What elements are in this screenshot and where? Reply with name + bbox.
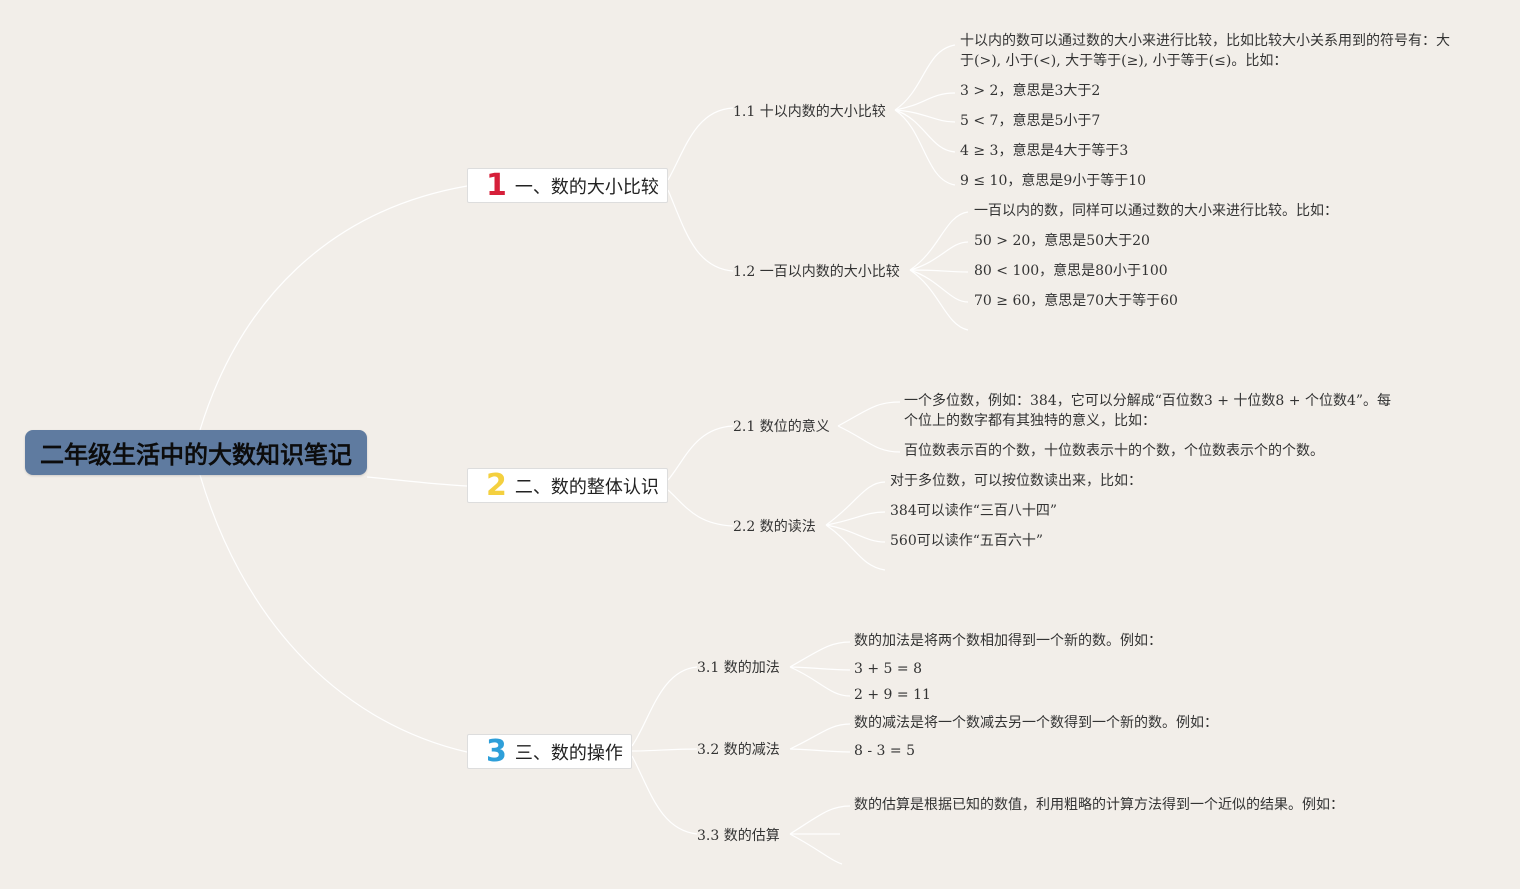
topic-number-3: 3 [486,733,507,769]
connector-topic3-s31 [631,666,698,747]
leaf-s21-1[interactable]: 百位数表示百的个数，十位数表示十的个数，个位数表示个的个数。 [904,441,1324,461]
subtopic-2-1[interactable]: 2.1 数位的意义 [733,416,830,436]
topic-number-comparison[interactable]: 1 一、数的大小比较 [467,168,668,203]
leaf-s12-0[interactable]: 一百以内的数，同样可以通过数的大小来进行比较。比如： [974,201,1338,221]
leaf-s11-1[interactable]: 3 > 2，意思是3大于2 [960,81,1100,101]
leaf-s31-1[interactable]: 3 + 5 = 8 [854,659,922,679]
leaf-s12-2[interactable]: 80 < 100，意思是80小于100 [974,261,1168,281]
subtopic-2-2[interactable]: 2.2 数的读法 [733,516,816,536]
connector-root-topic1 [199,185,468,431]
subtopic-3-3[interactable]: 3.3 数的估算 [697,825,780,845]
subtopic-3-2[interactable]: 3.2 数的减法 [697,739,780,759]
subtopic-3-1[interactable]: 3.1 数的加法 [697,657,780,677]
connector-topic3-s32 [631,748,698,752]
connector-topic2-s21 [667,425,734,481]
connector-topic3-s33 [631,755,698,835]
root-node[interactable]: 二年级生活中的大数知识笔记 [25,430,367,475]
leaf-s11-4[interactable]: 9 ≤ 10，意思是9小于等于10 [960,171,1146,191]
topic-number-operations[interactable]: 3 三、数的操作 [467,734,632,769]
leaf-s12-3[interactable]: 70 ≥ 60，意思是70大于等于60 [974,291,1178,311]
subtopic-1-1[interactable]: 1.1 十以内数的大小比较 [733,101,886,121]
topic-label: 三、数的操作 [514,742,623,764]
leaf-s22-1[interactable]: 384可以读作“三百八十四” [890,501,1057,521]
leaf-s22-0[interactable]: 对于多位数，可以按位数读出来，比如： [890,471,1142,491]
leaf-s11-2[interactable]: 5 < 7，意思是5小于7 [960,111,1100,131]
topic-label: 二、数的整体认识 [514,476,659,498]
connector-topic2-s22 [667,489,734,527]
leaf-s22-2[interactable]: 560可以读作“五百六十” [890,531,1043,551]
leaf-s32-0[interactable]: 数的减法是将一个数减去另一个数得到一个新的数。例如： [854,713,1218,733]
root-title: 二年级生活中的大数知识笔记 [40,441,352,469]
topic-number-1: 1 [486,167,507,203]
leaf-s31-0[interactable]: 数的加法是将两个数相加得到一个新的数。例如： [854,631,1162,651]
connector-root-topic2 [366,476,468,487]
leaf-s11-0[interactable]: 十以内的数可以通过数的大小来进行比较，比如比较大小关系用到的符号有：大于(>),… [960,31,1455,71]
topic-number-overview[interactable]: 2 二、数的整体认识 [467,468,668,503]
leaf-s12-1[interactable]: 50 > 20，意思是50大于20 [974,231,1150,251]
connector-topic1-s12 [667,189,734,272]
leaf-s33-0[interactable]: 数的估算是根据已知的数值，利用粗略的计算方法得到一个近似的结果。例如： [854,795,1344,815]
leaf-s21-0[interactable]: 一个多位数，例如：384，它可以分解成“百位数3 + 十位数8 + 个位数4”。… [904,391,1399,431]
topic-number-2: 2 [486,467,507,503]
leaf-s32-1[interactable]: 8 - 3 = 5 [854,741,915,761]
connector-root-topic3 [199,474,468,753]
subtopic-1-2[interactable]: 1.2 一百以内数的大小比较 [733,261,900,281]
topic-label: 一、数的大小比较 [514,176,659,198]
leaf-s31-2[interactable]: 2 + 9 = 11 [854,685,931,705]
connector-topic1-s11 [667,107,734,181]
leaf-s11-3[interactable]: 4 ≥ 3，意思是4大于等于3 [960,141,1128,161]
